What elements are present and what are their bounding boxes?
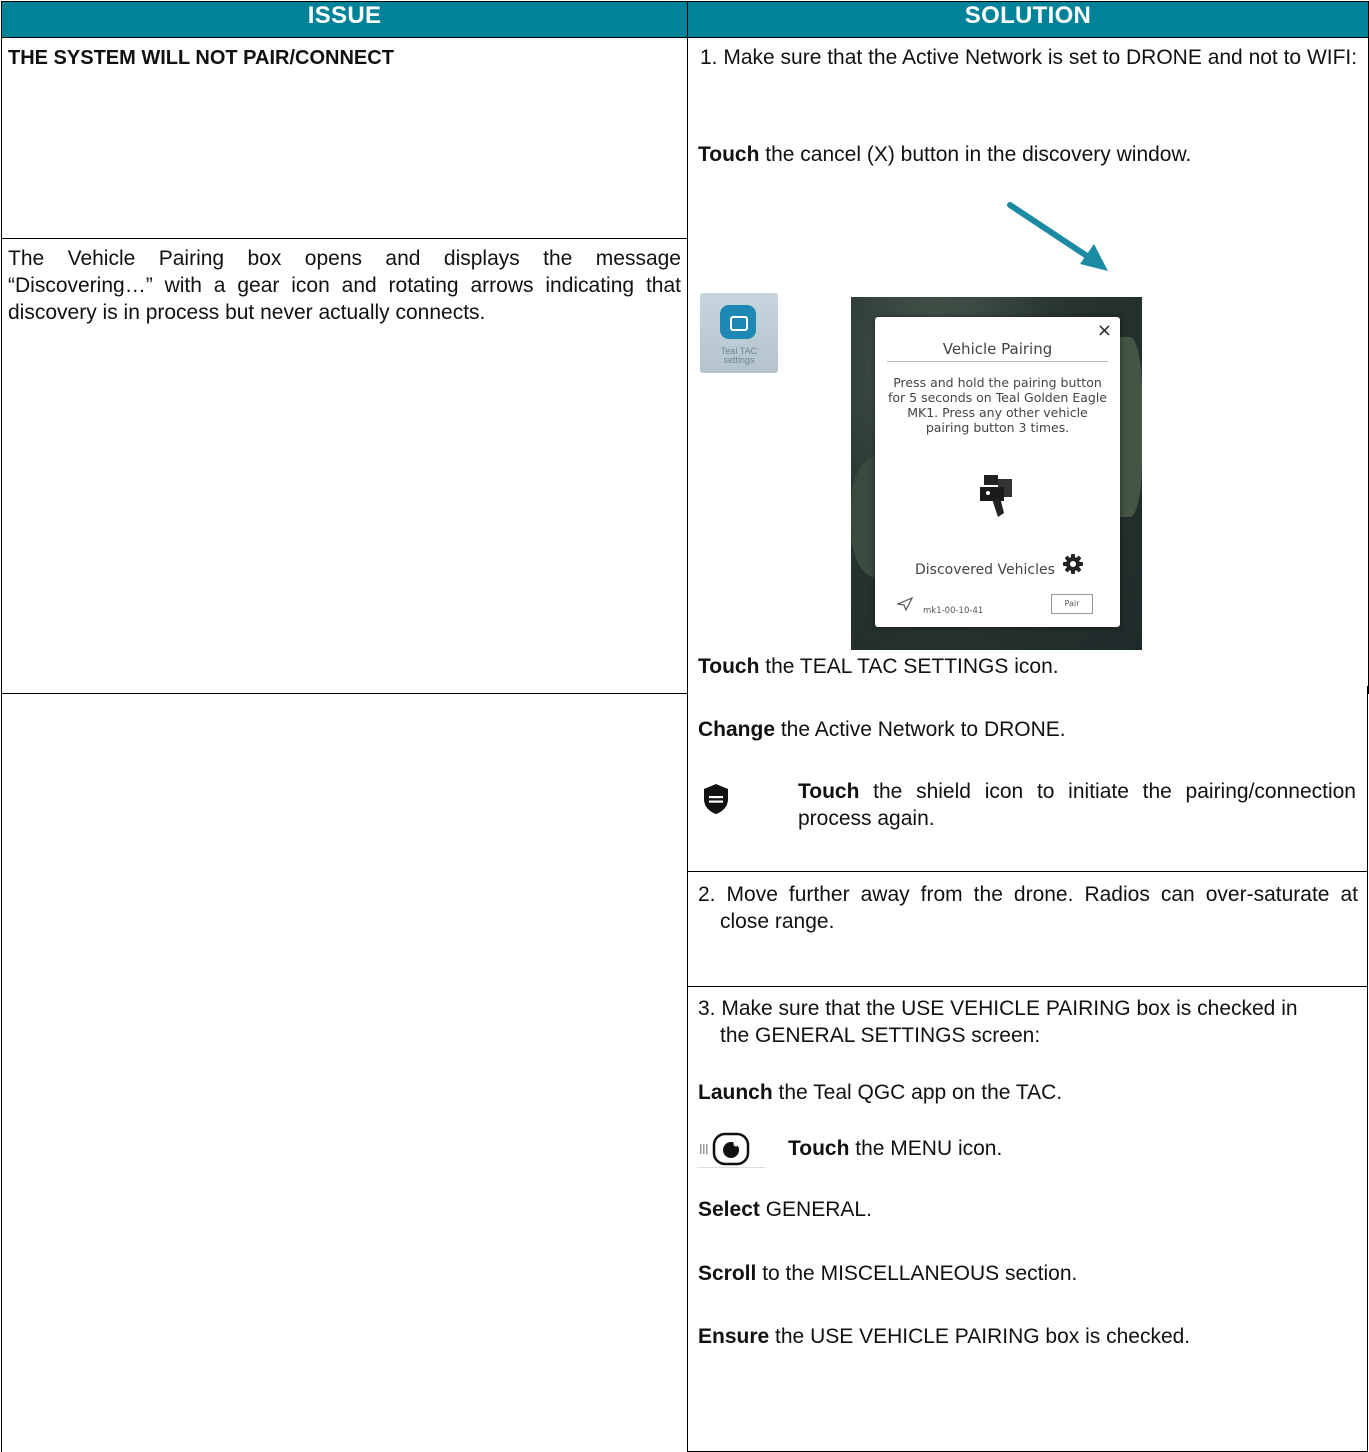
step-text: the cancel (X) button in the discovery w… (759, 143, 1192, 166)
drone-icon (980, 475, 1012, 517)
row-divider (687, 871, 1368, 872)
radio-glyph-icon (720, 305, 756, 339)
step-text: GENERAL. (759, 1198, 872, 1221)
solution-1-cell: 1. Make sure that the Active Network is … (687, 37, 1369, 715)
issue-description-cell: The Vehicle Pairing box opens and displa… (1, 238, 688, 694)
bold-verb: Touch (798, 780, 860, 803)
step-text: to the MISCELLANEOUS section. (756, 1262, 1078, 1285)
solution-3-item: 3. Make sure that the USE VEHICLE PAIRIN… (698, 997, 1298, 1047)
step-text: the shield icon to initiate the pairing/… (798, 780, 1356, 830)
step-text: the MENU icon. (849, 1137, 1003, 1160)
step-text: the TEAL TAC SETTINGS icon. (759, 655, 1059, 678)
step-text: the Active Network to DRONE. (775, 718, 1066, 741)
dialog-instructions: Press and hold the pairing button for 5 … (888, 375, 1107, 435)
issue-header: ISSUE (1, 1, 688, 38)
bold-verb: Ensure (698, 1325, 770, 1348)
solution-3-select: Select GENERAL. (698, 1196, 1358, 1223)
bold-verb: Scroll (698, 1262, 757, 1285)
solution-1-cancel: Touch the cancel (X) button in the disco… (698, 141, 1358, 168)
solution-1-item: 1. Make sure that the Active Network is … (700, 46, 1358, 69)
bold-verb: Launch (698, 1081, 773, 1104)
solution-1-teal-tac-mask: Touch the TEAL TAC SETTINGS icon. (698, 653, 1358, 680)
solution-3-ensure: Ensure the USE VEHICLE PAIRING box is ch… (698, 1323, 1358, 1350)
bold-verb: Select (698, 1198, 760, 1221)
dialog-title: Vehicle Pairing (942, 340, 1053, 358)
bold-verb: Touch (698, 143, 760, 166)
gear-icon[interactable] (1063, 554, 1083, 574)
bold-verb: Touch (788, 1137, 850, 1160)
solution-3-launch: Launch the Teal QGC app on the TAC. (698, 1079, 1358, 1106)
vehicle-name: mk1-00-10-41 (923, 606, 984, 616)
dialog-divider (887, 361, 1108, 362)
solution-3-menu: Touch the MENU icon. (788, 1135, 1358, 1162)
solution-3-scroll: Scroll to the MISCELLANEOUS section. (698, 1260, 1358, 1287)
bold-verb: Touch (698, 655, 760, 678)
solution-1-shield: Touch the shield icon to initiate the pa… (798, 778, 1356, 832)
solution-header: SOLUTION (687, 1, 1369, 38)
solution-2-item: 2. Move further away from the drone. Rad… (698, 883, 1358, 933)
send-icon (897, 597, 913, 611)
solution-continuation: Touch the TEAL TAC SETTINGS icon. Change… (687, 653, 1368, 1452)
vehicle-pairing-screenshot: × Vehicle Pairing Press and hold the pai… (851, 297, 1142, 650)
vehicle-pairing-dialog: × Vehicle Pairing Press and hold the pai… (875, 317, 1120, 627)
issue-title: THE SYSTEM WILL NOT PAIR/CONNECT (8, 47, 394, 69)
app-icon-caption: Teal TAC settings (720, 346, 758, 365)
step-text: the USE VEHICLE PAIRING box is checked. (769, 1325, 1191, 1348)
menu-icon[interactable] (697, 1129, 765, 1169)
issue-description: The Vehicle Pairing box opens and displa… (8, 247, 681, 325)
row-divider (687, 986, 1368, 987)
shield-icon[interactable] (703, 783, 729, 815)
step-text: the Teal QGC app on the TAC. (772, 1081, 1063, 1104)
teal-tac-settings-icon[interactable]: Teal TAC settings (700, 293, 778, 373)
troubleshooting-table: ISSUE SOLUTION THE SYSTEM WILL NOT PAIR/… (1, 1, 1369, 715)
solution-1-change: Change the Active Network to DRONE. (698, 716, 1358, 743)
issue-title-cell: THE SYSTEM WILL NOT PAIR/CONNECT (1, 36, 688, 240)
discovered-vehicles-label: Discovered Vehicles (915, 562, 1055, 578)
pair-button[interactable]: Pair (1051, 594, 1093, 614)
bold-verb: Change (698, 718, 776, 741)
